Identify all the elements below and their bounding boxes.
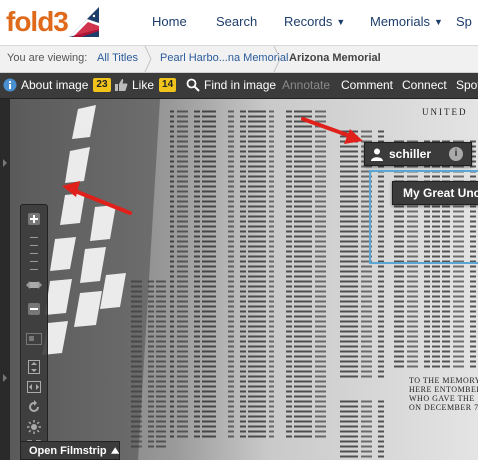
like-button[interactable]: Like 14 <box>114 78 177 92</box>
slider-handle-icon <box>26 281 42 289</box>
logo-text: fold3 <box>6 6 69 37</box>
nav-records[interactable]: Records ▼ <box>284 14 345 29</box>
image-viewer[interactable]: UNITED TO THE MEMORY HERE ENTOMBED WHO G… <box>0 99 478 460</box>
tag-schiller[interactable]: schiller i <box>364 142 472 166</box>
nav-spotlights[interactable]: Sp <box>456 14 472 29</box>
zoom-tick <box>30 253 38 254</box>
tag-label: schiller <box>389 147 432 161</box>
fit-width-icon <box>27 381 41 393</box>
chevron-down-icon: ▼ <box>336 17 346 27</box>
zoom-slider-handle[interactable] <box>24 275 44 295</box>
fit-height-icon <box>28 360 40 374</box>
magnifier-icon <box>186 78 200 92</box>
gutter-arrows-icon <box>3 159 7 382</box>
about-count-badge: 23 <box>93 78 111 92</box>
about-image-button[interactable]: About image 23 <box>3 78 111 92</box>
viewer-left-gutter <box>0 99 10 460</box>
breadcrumb-current: Arizona Memorial <box>289 52 381 64</box>
open-filmstrip-button[interactable]: Open Filmstrip <box>20 441 120 460</box>
zoom-toolbar <box>20 204 48 459</box>
annotate-button[interactable]: Annotate <box>282 78 330 92</box>
memorial-line: TO THE MEMORY <box>409 376 478 385</box>
fit-width-button[interactable] <box>24 377 44 397</box>
zoom-2x-button[interactable] <box>24 329 44 349</box>
zoom-out-button[interactable] <box>24 299 44 319</box>
nav-memorials[interactable]: Memorials ▼ <box>370 14 443 29</box>
tag-my-great-uncle[interactable]: My Great Uncle <box>392 181 478 205</box>
zoom-tick <box>30 245 38 246</box>
breadcrumb: You are viewing: All Titles Pearl Harbo.… <box>0 46 478 73</box>
rotate-button[interactable] <box>24 397 44 417</box>
rotate-icon <box>29 400 39 412</box>
memorial-line: ON DECEMBER 7, 19 <box>409 403 478 412</box>
breadcrumb-prefix: You are viewing: <box>7 52 88 64</box>
like-count-badge: 14 <box>159 78 177 92</box>
nav-search[interactable]: Search <box>216 14 257 29</box>
zoom-tick <box>30 237 38 238</box>
comment-button[interactable]: Comment <box>341 78 393 92</box>
info-icon <box>3 78 17 92</box>
minus-icon <box>28 303 40 315</box>
document-header-text: UNITED <box>422 107 468 117</box>
flag-icon <box>68 7 99 37</box>
fold3-logo[interactable]: fold3 <box>6 6 99 38</box>
memorial-line: WHO GAVE THE <box>409 394 475 403</box>
tag-label: My Great Uncle <box>403 186 478 200</box>
find-in-image-button[interactable]: Find in image <box>186 78 276 92</box>
plus-icon <box>28 213 40 225</box>
spotlight-button[interactable]: Spot <box>456 78 478 92</box>
thumbs-up-icon <box>115 79 128 91</box>
fit-height-button[interactable] <box>24 357 44 377</box>
zoom-tick <box>30 269 38 270</box>
image-toolbar: About image 23 Like 14 Find in image Ann… <box>0 73 478 99</box>
zoom-tick <box>30 261 38 262</box>
chevron-up-icon <box>110 447 119 454</box>
connect-button[interactable]: Connect <box>402 78 447 92</box>
brightness-icon <box>27 420 41 434</box>
breadcrumb-all-titles[interactable]: All Titles <box>97 52 138 64</box>
zoom-in-button[interactable] <box>24 209 44 229</box>
brightness-button[interactable] <box>24 417 44 437</box>
breadcrumb-separator-icon <box>273 46 281 72</box>
chevron-down-icon: ▼ <box>433 17 443 27</box>
info-icon[interactable]: i <box>449 147 464 161</box>
user-icon <box>371 148 383 161</box>
memorial-line: HERE ENTOMBED <box>409 385 478 394</box>
breadcrumb-separator-icon <box>144 46 152 72</box>
breadcrumb-pearl-harbor[interactable]: Pearl Harbo...na Memorial <box>160 52 288 64</box>
zoom-2x-icon <box>26 333 42 345</box>
nav-home[interactable]: Home <box>152 14 187 29</box>
top-navigation: fold3 Home Search Records ▼ Memorials ▼ Sp <box>0 0 478 46</box>
